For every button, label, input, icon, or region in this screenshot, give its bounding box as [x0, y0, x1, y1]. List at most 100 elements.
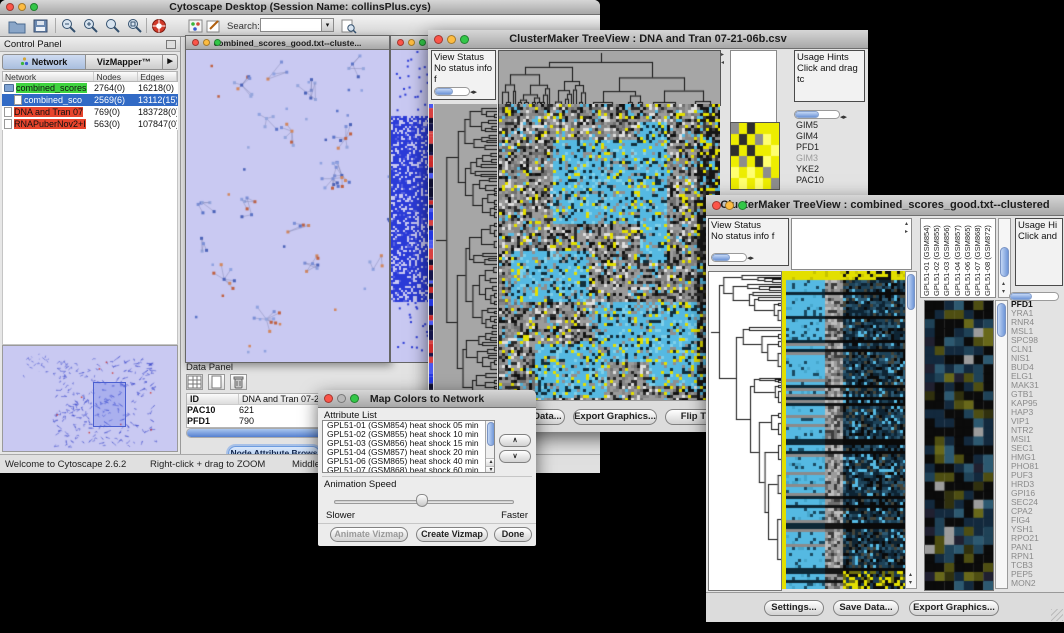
view-status-scrollbar[interactable]: ◂▸ [711, 252, 754, 263]
export-graphics-button[interactable]: Export Graphics... [573, 409, 657, 425]
network-overview-panel[interactable] [2, 345, 178, 452]
network-table-header[interactable]: Network Nodes Edges [2, 71, 178, 82]
zoom-window-icon[interactable] [738, 201, 747, 210]
gene-label-list[interactable]: PFD1YRA1RNR4MSL1SPC98CLN1NIS1BUD4ELG1MAK… [1011, 300, 1063, 589]
overview-viewport[interactable] [93, 382, 126, 427]
tab-vizmapper[interactable]: VizMapper™ [86, 54, 164, 70]
scroll-down-icon[interactable]: ▾ [486, 466, 495, 473]
zoom-in-icon[interactable] [82, 18, 100, 34]
zoom-row-label[interactable]: YKE2 [796, 164, 836, 175]
zoom-window-icon[interactable] [214, 39, 221, 46]
column-label[interactable]: GPL51-04 (GSM857) [953, 220, 963, 296]
labels-scrollbar[interactable]: ▴ ▾ [998, 218, 1011, 298]
column-label[interactable]: GPL51-07 (GSM868) [973, 220, 983, 296]
tab-network[interactable]: Network [2, 54, 86, 70]
new-attribute-icon[interactable] [208, 374, 225, 390]
animate-vizmap-button[interactable]: Animate Vizmap [330, 527, 408, 542]
column-label[interactable]: GPL51-08 (GSM872) [983, 220, 993, 296]
network-overview-canvas[interactable] [3, 346, 180, 451]
delete-attribute-icon[interactable] [230, 374, 247, 390]
row-dendrogram-canvas[interactable] [708, 271, 782, 591]
zoom-window-icon[interactable] [30, 3, 38, 11]
column-header-nodes[interactable]: Nodes [94, 72, 138, 81]
minimize-icon[interactable] [725, 201, 734, 210]
network-name-cell[interactable]: combined_sco [2, 95, 94, 105]
attribute-list-item[interactable]: GPL51-07 (GSM868) heat shock 60 min [325, 466, 494, 473]
save-icon[interactable] [32, 18, 50, 34]
minimize-icon[interactable] [337, 394, 346, 403]
column-label[interactable]: GPL51-03 (GSM856) [942, 220, 952, 296]
close-icon[interactable] [324, 394, 333, 403]
zoom-out-icon[interactable] [60, 18, 78, 34]
heatmap-scrollbar[interactable]: ▴ ▾ [905, 271, 917, 589]
minimize-icon[interactable] [203, 39, 210, 46]
zoom-row-label[interactable]: GIM5 [796, 120, 836, 131]
background-network-canvas[interactable] [391, 50, 429, 362]
zoom-row-label[interactable]: PFD1 [796, 142, 836, 153]
network-name-cell[interactable]: DNA and Tran 07 [2, 107, 94, 117]
annotation-icon[interactable] [205, 18, 223, 34]
network-table-row[interactable]: combined_scores2764(0)16218(0) [2, 82, 178, 94]
zoom-window-icon[interactable] [460, 35, 469, 44]
treeview-combined-titlebar[interactable]: ClusterMaker TreeView : combined_scores_… [706, 195, 1064, 216]
column-dendrogram-canvas[interactable] [498, 50, 721, 106]
help-lifesaver-icon[interactable] [150, 18, 168, 34]
zoom-row-label[interactable]: PAC10 [796, 175, 836, 186]
search-dropdown-icon[interactable]: ▾ [322, 18, 334, 32]
attr-col-id[interactable]: ID [187, 394, 239, 404]
gene-label[interactable]: MON2 [1011, 579, 1063, 588]
network-canvas[interactable] [186, 50, 389, 362]
scroll-down-icon[interactable]: ▾ [909, 580, 912, 586]
heatmap-canvas[interactable] [498, 104, 720, 400]
background-window-titlebar[interactable] [391, 36, 429, 50]
zoom-window-icon[interactable] [350, 394, 359, 403]
zoom-heatmap-canvas[interactable] [730, 122, 780, 190]
scroll-arrow-icon[interactable]: ▸ [905, 229, 908, 235]
network-table-row[interactable]: RNAPuberNov2+I563(0)107847(0) [2, 118, 178, 130]
zoom-row-label[interactable]: GIM4 [796, 131, 836, 142]
scroll-arrow-icon[interactable]: ◂ [721, 60, 724, 66]
move-down-button[interactable]: ∨ [499, 450, 531, 463]
close-icon[interactable] [712, 201, 721, 210]
zoom-row-label[interactable]: GIM3 [796, 153, 836, 164]
network-table-row[interactable]: DNA and Tran 07769(0)183728(0) [2, 106, 178, 118]
treeview-dna-titlebar[interactable]: ClusterMaker TreeView : DNA and Tran 07-… [428, 30, 868, 49]
scroll-arrow-icon[interactable]: ▸ [721, 52, 724, 58]
heatmap-canvas[interactable] [786, 271, 905, 589]
animation-speed-slider-thumb[interactable] [416, 494, 428, 507]
zoom-fit-icon[interactable] [126, 18, 144, 34]
zoom-heatmap-canvas[interactable] [924, 300, 994, 591]
network-view-titlebar[interactable]: combined_scores_good.txt--cluste... [186, 36, 389, 50]
vizmapper-icon[interactable] [187, 18, 205, 34]
row-dendrogram-canvas[interactable] [434, 104, 497, 400]
attribute-list[interactable]: GPL51-01 (GSM854) heat shock 05 minGPL51… [322, 420, 495, 473]
scroll-down-icon[interactable]: ▾ [1002, 289, 1005, 295]
minimize-icon[interactable] [408, 39, 415, 46]
minimize-icon[interactable] [18, 3, 26, 11]
resize-grip[interactable] [1051, 609, 1063, 621]
save-data-button[interactable]: Save Data... [833, 600, 899, 616]
zoom-window-icon[interactable] [419, 39, 426, 46]
close-icon[interactable] [6, 3, 14, 11]
open-file-icon[interactable] [8, 18, 26, 34]
network-name-cell[interactable]: RNAPuberNov2+I [2, 119, 94, 129]
column-label[interactable]: GPL51-01 (GSM854) [922, 220, 932, 296]
scroll-up-icon[interactable]: ▴ [486, 458, 495, 466]
settings-button[interactable]: Settings... [764, 600, 824, 616]
scroll-up-icon[interactable]: ▴ [909, 572, 912, 578]
scroll-arrow-icon[interactable]: ▴ [905, 221, 908, 227]
column-header-edges[interactable]: Edges [138, 72, 177, 81]
enhanced-search-icon[interactable] [340, 18, 358, 34]
export-graphics-button[interactable]: Export Graphics... [909, 600, 999, 616]
attribute-table-icon[interactable] [186, 374, 203, 390]
view-status-scrollbar[interactable]: ◂▸ [434, 86, 477, 97]
main-titlebar[interactable]: Cytoscape Desktop (Session Name: collins… [0, 0, 600, 15]
search-input[interactable] [260, 18, 322, 32]
close-icon[interactable] [434, 35, 443, 44]
background-network-window[interactable] [390, 35, 430, 363]
dialog-titlebar[interactable]: Map Colors to Network [318, 390, 536, 408]
create-vizmap-button[interactable]: Create Vizmap [416, 527, 488, 542]
network-name-cell[interactable]: combined_scores [2, 83, 94, 93]
close-icon[interactable] [397, 39, 404, 46]
attribute-list-scrollbar[interactable]: ▴ ▾ [485, 421, 495, 473]
